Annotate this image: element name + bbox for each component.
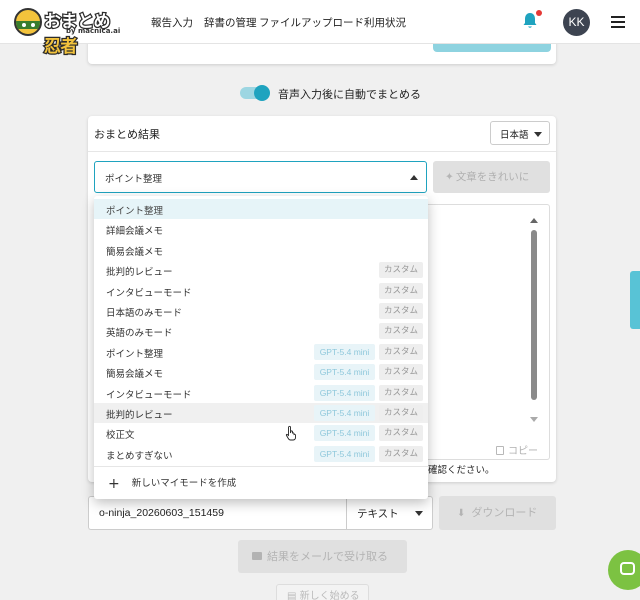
create-new-mode-button[interactable]: + 新しいマイモードを作成 <box>108 475 236 492</box>
ninja-mascot-icon <box>14 8 42 36</box>
custom-badge: カスタム <box>379 262 423 279</box>
clean-text-button[interactable]: ✦ 文章をきれいに <box>433 161 550 193</box>
mode-option-label: 詳細会議メモ <box>106 226 164 238</box>
mode-option-label: ポイント整理 <box>106 348 164 360</box>
language-select[interactable]: 日本語 <box>490 121 550 145</box>
mode-option[interactable]: まとめすぎない GPT-5.4 mini カスタム <box>94 444 428 464</box>
auto-summary-toggle[interactable] <box>240 85 270 101</box>
mail-result-button[interactable]: 結果をメールで受け取る <box>238 540 407 573</box>
custom-badge: カスタム <box>379 425 423 442</box>
mode-option-label: インタビューモード <box>106 287 192 299</box>
model-badge: GPT-5.4 mini <box>314 445 375 462</box>
mode-select-value: ポイント整理 <box>105 174 163 185</box>
chevron-up-icon <box>410 175 418 180</box>
copy-button[interactable]: コピー <box>496 442 538 457</box>
mode-option-label: 批判的レビュー <box>106 410 173 421</box>
custom-badge: カスタム <box>379 282 423 299</box>
mode-option-label: 日本語のみモード <box>106 308 183 319</box>
nav-dictionary[interactable]: 辞書の管理 <box>204 15 257 30</box>
custom-badge: カスタム <box>379 364 423 381</box>
model-badge: GPT-5.4 mini <box>314 343 375 360</box>
model-badge: GPT-5.4 mini <box>314 425 375 442</box>
custom-badge: カスタム <box>379 343 423 360</box>
mode-option[interactable]: 日本語のみモード カスタム <box>94 301 428 321</box>
side-feedback-tab[interactable] <box>630 271 640 329</box>
mode-option[interactable]: インタビューモード カスタム <box>94 281 428 301</box>
result-card-title: おまとめ結果 <box>94 128 160 141</box>
chevron-down-icon <box>415 511 423 516</box>
auto-summary-label: 音声入力後に自動でまとめる <box>278 88 421 101</box>
nav-report-input[interactable]: 報告入力 <box>151 15 193 30</box>
divider <box>88 151 556 152</box>
notice-text: 確認ください。 <box>428 465 495 476</box>
custom-badge: カスタム <box>379 445 423 462</box>
scroll-down-arrow[interactable] <box>530 417 538 422</box>
mode-option[interactable]: 詳細会議メモ <box>94 219 428 239</box>
hamburger-menu-icon[interactable] <box>611 16 625 28</box>
download-icon: ⬇ <box>457 508 466 519</box>
chat-button[interactable] <box>608 550 640 590</box>
model-badge: GPT-5.4 mini <box>314 405 375 421</box>
mode-option[interactable]: 簡易会議メモ GPT-5.4 mini カスタム <box>94 362 428 382</box>
plus-icon: + <box>108 476 120 492</box>
custom-badge: カスタム <box>379 405 423 421</box>
notification-dot <box>536 10 542 16</box>
sparkle-icon: ✦ <box>445 171 454 183</box>
mode-option[interactable]: 英語のみモード カスタム <box>94 321 428 341</box>
model-badge: GPT-5.4 mini <box>314 384 375 401</box>
mode-option-label: 簡易会議メモ <box>106 369 164 381</box>
document-icon: ▤ <box>287 591 300 600</box>
scroll-up-arrow[interactable] <box>530 218 538 223</box>
mode-dropdown-menu: ポイント整理 詳細会議メモ 簡易会議メモ 批判的レビュー カスタム インタビューモード カス… <box>94 196 428 499</box>
mode-option[interactable]: ポイント整理 <box>94 199 428 219</box>
custom-badge: カスタム <box>379 303 423 319</box>
logo-subtitle: by macnica.ai <box>66 27 121 35</box>
filename-input[interactable]: o-ninja_20260603_151459 <box>88 496 346 530</box>
mail-icon <box>252 552 262 560</box>
app-logo[interactable]: おまとめ忍者 by macnica.ai <box>14 8 124 58</box>
divider <box>94 466 428 467</box>
mode-option[interactable]: 批判的レビュー GPT-5.4 mini カスタム <box>94 403 428 423</box>
mode-option-label: インタビューモード <box>106 389 192 401</box>
mode-option-label: 校正文 <box>106 430 135 442</box>
avatar[interactable]: KK <box>563 9 590 36</box>
chat-icon <box>620 562 635 575</box>
mode-option[interactable]: 批判的レビュー カスタム <box>94 260 428 280</box>
scrollbar-thumb[interactable] <box>531 230 537 400</box>
mode-option[interactable]: インタビューモード GPT-5.4 mini カスタム <box>94 383 428 403</box>
copy-icon <box>496 446 504 455</box>
mode-option[interactable]: 簡易会議メモ <box>94 240 428 260</box>
mode-select[interactable]: ポイント整理 <box>94 161 427 193</box>
restart-button[interactable]: ▤ 新しく始める <box>276 584 369 600</box>
nav-file-upload[interactable]: ファイルアップロード <box>259 15 364 30</box>
hand-cursor-icon <box>285 425 296 441</box>
format-select[interactable]: テキスト <box>346 496 433 530</box>
app-header: おまとめ忍者 by macnica.ai 報告入力 辞書の管理 ファイルアップロ… <box>0 0 640 58</box>
custom-badge: カスタム <box>379 323 423 340</box>
mode-option-label: ポイント整理 <box>106 206 164 217</box>
custom-badge: カスタム <box>379 384 423 401</box>
mode-option-label: 英語のみモード <box>106 328 173 340</box>
nav-usage[interactable]: 利用状況 <box>364 15 406 30</box>
chevron-down-icon <box>534 132 542 137</box>
mode-option-label: まとめすぎない <box>106 450 173 462</box>
mode-option[interactable]: 校正文 GPT-5.4 mini カスタム <box>94 423 428 443</box>
mode-option-label: 簡易会議メモ <box>106 246 164 258</box>
download-button[interactable]: ⬇ ダウンロード <box>439 496 556 530</box>
mode-option[interactable]: ポイント整理 GPT-5.4 mini カスタム <box>94 342 428 362</box>
model-badge: GPT-5.4 mini <box>314 364 375 381</box>
mode-option-label: 批判的レビュー <box>106 267 173 279</box>
